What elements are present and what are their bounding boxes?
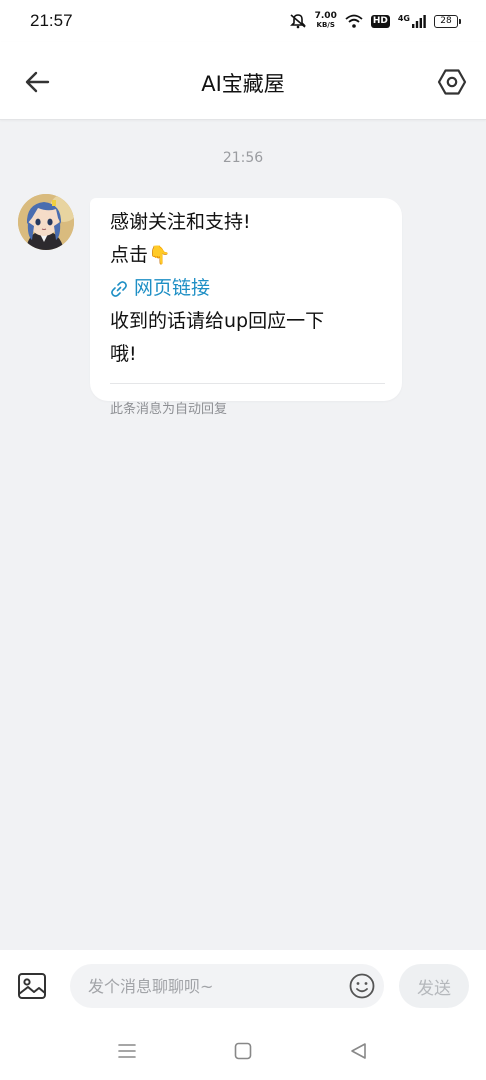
message-bubble[interactable]: 感谢关注和支持! 点击👇 网页链接 收到的话请给up回应一下 哦! 此条消息为自… (90, 198, 402, 417)
message-line-2: 点击👇 (110, 239, 384, 272)
web-link[interactable]: 网页链接 (110, 272, 384, 305)
emoji-button[interactable] (348, 972, 376, 1000)
network-type: 4G (397, 14, 410, 23)
battery-indicator: 28 (434, 14, 461, 28)
settings-button[interactable] (436, 66, 468, 98)
web-link-text[interactable]: 网页链接 (134, 272, 210, 305)
system-nav-bar (0, 1022, 486, 1080)
square-icon (234, 1042, 252, 1060)
anime-avatar-image (18, 194, 74, 250)
status-icons: 7.00 KB/S HD 4G 28 (289, 12, 461, 30)
message-line-1: 感谢关注和支持! (110, 211, 251, 233)
nav-home-button[interactable] (230, 1038, 256, 1064)
nav-back-button[interactable] (346, 1038, 372, 1064)
image-picker-button[interactable] (16, 970, 48, 1002)
menu-icon (118, 1044, 136, 1058)
chat-title: AI宝藏屋 (201, 72, 285, 96)
wifi-icon (345, 14, 363, 28)
net-speed-unit: KB/S (316, 21, 335, 29)
send-button[interactable]: 发送 (399, 964, 469, 1008)
link-icon (111, 280, 127, 297)
status-bar: 21:57 7.00 KB/S HD 4G 28 (0, 0, 486, 42)
auto-reply-note: 此条消息为自动回复 (110, 402, 228, 417)
message-line-5: 哦! (110, 343, 137, 365)
net-speed-value: 7.00 (314, 11, 337, 21)
triangle-back-icon (351, 1043, 366, 1059)
net-speed: 7.00 KB/S (315, 12, 337, 30)
cell-signal: 4G (398, 14, 426, 28)
message-timestamp: 21:56 (222, 150, 264, 166)
signal-bars-icon (412, 15, 426, 28)
message-line-4: 收到的话请给up回应一下 (110, 310, 325, 332)
input-bar: 发送 (0, 950, 486, 1022)
image-icon (18, 973, 46, 999)
nav-menu-button[interactable] (114, 1038, 140, 1064)
message-input[interactable] (70, 964, 384, 1008)
sender-avatar[interactable] (18, 194, 74, 250)
pointing-down-emoji: 👇 (148, 245, 171, 266)
chat-header: AI宝藏屋 (0, 42, 486, 120)
bubble-divider (110, 383, 385, 384)
hd-badge: HD (370, 14, 390, 28)
status-time: 21:57 (30, 11, 73, 30)
message-line-2-text: 点击 (110, 244, 149, 266)
mute-bell-icon (289, 14, 306, 29)
chat-area[interactable]: 21:56 感谢关注和支持! 点击👇 网页链接 收到的话请给up回应一下 哦! … (0, 120, 486, 950)
hexagon-gear-icon (437, 69, 467, 95)
smiley-icon (349, 973, 375, 999)
